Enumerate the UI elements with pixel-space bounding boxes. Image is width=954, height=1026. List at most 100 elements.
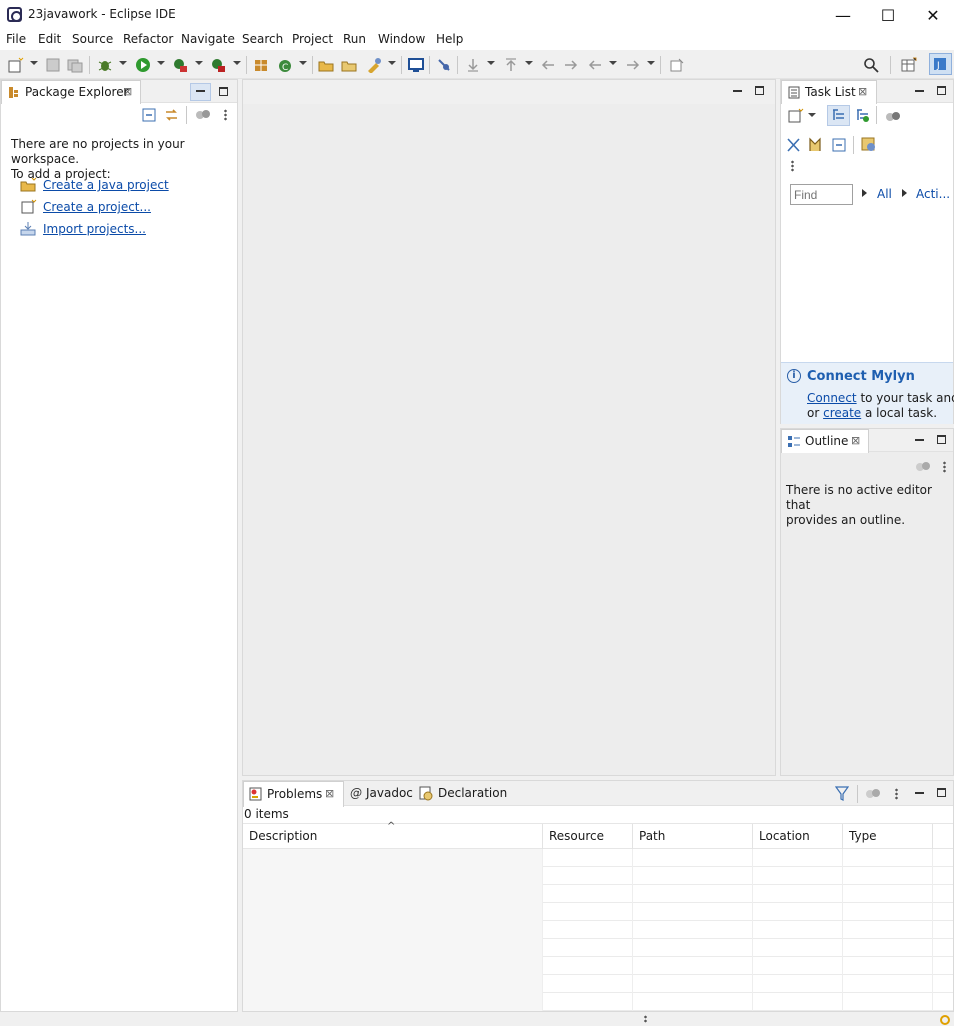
column-location[interactable]: Location <box>759 829 810 843</box>
focus-icon[interactable] <box>787 138 800 152</box>
previous-annotation-dropdown-icon[interactable] <box>525 61 533 65</box>
collapse-all-icon[interactable] <box>142 108 156 122</box>
scheduled-icon[interactable] <box>855 108 870 123</box>
maximize-outline-icon[interactable] <box>937 435 946 444</box>
back-dropdown-icon[interactable] <box>609 61 617 65</box>
sync-icon[interactable] <box>808 137 824 152</box>
menu-file[interactable]: File <box>6 32 26 46</box>
next-annotation-dropdown-icon[interactable] <box>487 61 495 65</box>
run-dropdown-icon[interactable] <box>157 61 165 65</box>
minimize-button[interactable]: — <box>820 0 866 30</box>
minimize-outline-icon[interactable] <box>915 439 924 441</box>
categorized-toggle[interactable] <box>827 105 850 126</box>
menu-source[interactable]: Source <box>72 32 113 46</box>
maximize-problems-icon[interactable] <box>937 788 946 797</box>
new-task-icon[interactable] <box>788 108 804 123</box>
forward-edit-icon[interactable] <box>563 57 579 73</box>
run-icon[interactable] <box>135 57 151 73</box>
coverage-icon[interactable] <box>172 57 188 73</box>
menu-navigate[interactable]: Navigate <box>181 32 235 46</box>
link-with-editor-icon[interactable] <box>164 108 179 122</box>
progress-icon[interactable] <box>940 1015 950 1025</box>
menu-help[interactable]: Help <box>436 32 463 46</box>
menu-search[interactable]: Search <box>242 32 283 46</box>
create-java-project-link[interactable]: Create a Java project <box>43 178 169 192</box>
maximize-task-list-icon[interactable] <box>937 86 946 95</box>
minimize-problems-icon[interactable] <box>915 792 924 794</box>
close-button[interactable]: ✕ <box>910 0 954 30</box>
import-projects-link[interactable]: Import projects... <box>43 222 146 236</box>
filter-all-link[interactable]: All <box>877 187 892 201</box>
coverage-dropdown-icon[interactable] <box>195 61 203 65</box>
task-view-menu-icon[interactable] <box>791 160 794 172</box>
task-find-input[interactable] <box>790 184 853 205</box>
forward-dropdown-icon[interactable] <box>647 61 655 65</box>
outline-filters-icon[interactable] <box>915 461 931 473</box>
problems-view-menu-icon[interactable] <box>895 788 898 800</box>
task-list-tab[interactable]: Task List ⊠ <box>781 80 877 104</box>
pin-editor-icon[interactable] <box>436 57 452 73</box>
open-type-icon[interactable] <box>318 57 334 73</box>
close-task-list-icon[interactable]: ⊠ <box>858 85 867 98</box>
maximize-button[interactable]: ☐ <box>865 0 911 30</box>
maximize-editor-icon[interactable] <box>755 86 764 95</box>
new-task-dropdown-icon[interactable] <box>808 113 816 117</box>
menu-refactor[interactable]: Refactor <box>123 32 173 46</box>
forward-icon[interactable] <box>625 57 641 73</box>
menu-run[interactable]: Run <box>343 32 366 46</box>
declaration-tab[interactable]: Declaration <box>438 786 507 800</box>
new-dropdown-icon[interactable] <box>30 61 38 65</box>
search-tool-dropdown-icon[interactable] <box>388 61 396 65</box>
minimize-editor-icon[interactable] <box>733 90 742 92</box>
menu-edit[interactable]: Edit <box>38 32 61 46</box>
minimize-view-button[interactable] <box>190 83 211 101</box>
collapse-tasks-icon[interactable] <box>832 138 846 152</box>
last-edit-location-icon[interactable] <box>540 57 556 73</box>
close-tab-icon[interactable]: ⊠ <box>123 85 132 98</box>
new-icon[interactable] <box>8 57 24 73</box>
menu-project[interactable]: Project <box>292 32 333 46</box>
column-description[interactable]: Description <box>249 829 317 843</box>
create-task-link[interactable]: create <box>823 406 861 420</box>
column-path[interactable]: Path <box>639 829 665 843</box>
package-explorer-tab[interactable]: Package Explorer ⊠ <box>1 80 141 104</box>
view-menu-icon[interactable] <box>224 109 227 121</box>
external-tools-icon[interactable] <box>210 57 226 73</box>
javadoc-tab[interactable]: Javadoc <box>366 786 413 800</box>
create-project-link[interactable]: Create a project... <box>43 200 151 214</box>
new-class-dropdown-icon[interactable] <box>299 61 307 65</box>
debug-dropdown-icon[interactable] <box>119 61 127 65</box>
external-tools-dropdown-icon[interactable] <box>233 61 241 65</box>
java-perspective-button[interactable]: J <box>929 53 952 75</box>
search-icon[interactable] <box>863 57 879 73</box>
close-problems-icon[interactable]: ⊠ <box>325 787 334 800</box>
pin-icon[interactable] <box>669 57 685 73</box>
next-annotation-icon[interactable] <box>465 57 481 73</box>
open-perspective-icon[interactable] <box>901 57 917 73</box>
back-icon[interactable] <box>587 57 603 73</box>
open-folder-icon[interactable] <box>341 57 357 73</box>
column-resource[interactable]: Resource <box>549 829 604 843</box>
problems-tab[interactable]: Problems ⊠ <box>243 781 344 807</box>
column-type[interactable]: Type <box>849 829 877 843</box>
previous-annotation-icon[interactable] <box>503 57 519 73</box>
save-icon[interactable] <box>45 57 61 73</box>
filters-icon[interactable] <box>195 109 211 121</box>
task-filters-icon[interactable] <box>885 111 901 123</box>
console-icon[interactable] <box>408 57 424 73</box>
outline-view-menu-icon[interactable] <box>943 461 946 473</box>
connect-link[interactable]: Connect <box>807 391 857 405</box>
minimize-task-list-icon[interactable] <box>915 90 924 92</box>
save-all-icon[interactable] <box>67 57 83 73</box>
menu-window[interactable]: Window <box>378 32 425 46</box>
problems-filters-icon[interactable] <box>865 788 881 800</box>
close-outline-icon[interactable]: ⊠ <box>851 434 860 447</box>
filter-icon[interactable] <box>835 786 849 801</box>
filter-activate-link[interactable]: Acti... <box>916 187 950 201</box>
show-activity-icon[interactable] <box>861 137 877 153</box>
debug-icon[interactable] <box>97 57 113 73</box>
search-tool-icon[interactable] <box>366 57 382 73</box>
maximize-view-icon[interactable] <box>219 87 228 96</box>
new-java-package-icon[interactable] <box>253 57 269 73</box>
outline-tab[interactable]: Outline ⊠ <box>781 429 869 453</box>
